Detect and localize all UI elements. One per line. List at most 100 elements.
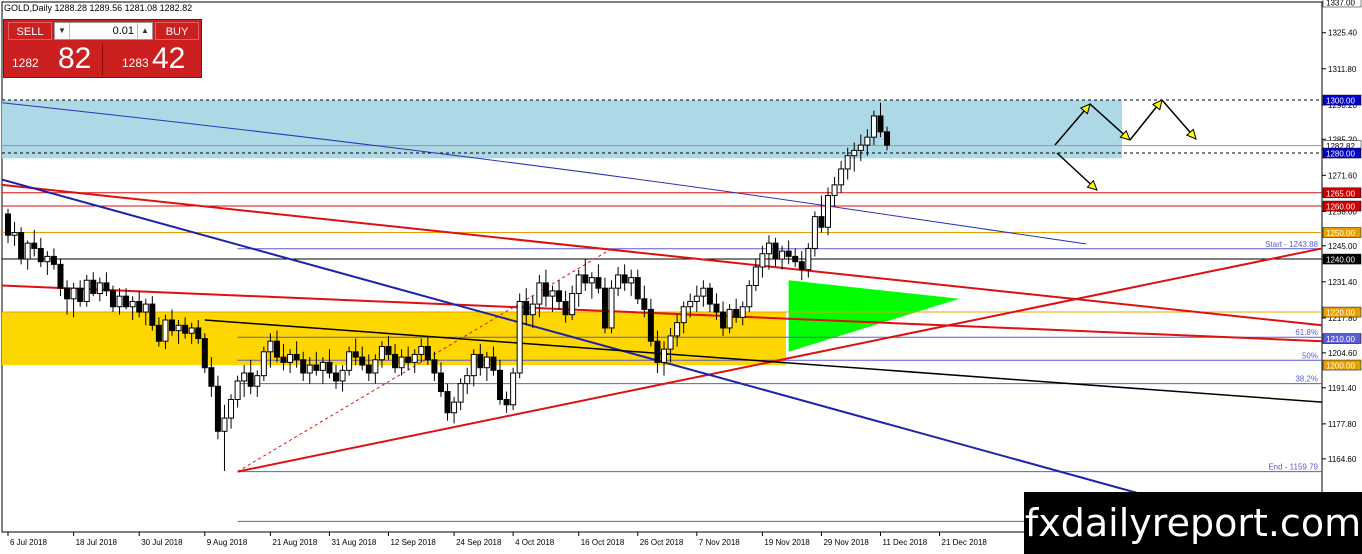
time-tick-label: 7 Nov 2018 (699, 538, 740, 547)
candle-body (700, 287, 707, 297)
sell-price-button[interactable]: 1282 82 (6, 42, 103, 75)
candle-body (188, 327, 195, 334)
candle-body (208, 367, 215, 387)
candle-body (431, 359, 438, 374)
lot-size-stepper[interactable]: ▼ 0.01 ▲ (54, 22, 153, 40)
buy-price-big: 42 (152, 42, 186, 75)
candle-body (720, 311, 727, 329)
candle-body (411, 353, 418, 363)
candle-body (241, 372, 248, 382)
candle-body (818, 216, 825, 228)
candle-body (857, 144, 864, 151)
price-label: 1220.00 (1326, 309, 1355, 318)
time-tick-label: 19 Nov 2018 (764, 538, 810, 547)
candle-body (50, 255, 57, 265)
candle-body (608, 287, 615, 329)
candle-body (103, 282, 110, 292)
plot-frame (1, 1, 1323, 533)
candle-body (805, 247, 812, 271)
price-label: 1250.00 (1326, 229, 1355, 238)
candle-body (569, 293, 576, 316)
price-label: 1210.00 (1326, 335, 1355, 344)
candle-body (792, 255, 799, 263)
candle-body (661, 348, 667, 363)
candle-body (247, 372, 254, 387)
candle-body (693, 295, 700, 302)
candle-body (713, 303, 720, 313)
sell-price-small: 1282 (12, 56, 39, 70)
candle-body (779, 250, 786, 260)
price-tick-label: 1231.40 (1328, 278, 1357, 287)
candle-body (293, 353, 300, 361)
candle-body (418, 346, 425, 355)
candle-body (490, 356, 497, 371)
candle (510, 367, 517, 411)
candle-body (313, 364, 320, 371)
candle-body (11, 232, 18, 236)
candle-body (162, 319, 169, 342)
candle-body (385, 346, 392, 355)
candle-body (706, 287, 713, 305)
candle-body (595, 277, 602, 289)
candle-body (136, 300, 143, 313)
time-tick-label: 9 Aug 2018 (207, 538, 248, 547)
candle-body (726, 308, 733, 329)
buy-button[interactable]: BUY (155, 22, 199, 40)
lot-size-input[interactable]: 0.01 (70, 23, 137, 39)
candle-body (437, 372, 444, 393)
candle-body (123, 295, 130, 308)
candle-body (523, 300, 530, 316)
candle-body (326, 361, 333, 374)
candle-body (365, 364, 372, 374)
candle-body (5, 213, 11, 236)
candle-body (451, 401, 458, 414)
candle-body (116, 295, 123, 308)
watermark-logo: fxdailyreport.com (1024, 492, 1362, 554)
candle-body (831, 184, 838, 196)
candle-body (398, 356, 405, 369)
fib-annotation: 61.8% (1295, 328, 1318, 337)
candle-body (634, 277, 641, 300)
buy-price-button[interactable]: 1283 42 (104, 42, 200, 75)
candle-body (221, 417, 228, 432)
candle-body (759, 253, 766, 268)
candle-body (280, 356, 287, 363)
candle-body (405, 356, 412, 363)
candle-body (811, 216, 818, 249)
candle-body (516, 300, 523, 374)
candle-body (457, 383, 464, 403)
candle (608, 280, 615, 334)
candle-body (864, 136, 871, 146)
candle-body (352, 351, 359, 358)
price-chart[interactable]: Start - 1243.88 61.8% 50% 38.2% End - 1159.7… (0, 0, 1362, 554)
candle-body (254, 375, 261, 387)
candle-body (785, 250, 792, 257)
candle-body (510, 372, 517, 406)
candle-body (77, 287, 84, 302)
candle-body (169, 319, 175, 332)
fib-annotation: 38.2% (1295, 375, 1318, 384)
sell-button[interactable]: SELL (8, 22, 52, 40)
price-label: 1337.00 (1326, 0, 1355, 8)
time-tick-label: 30 Jul 2018 (141, 538, 183, 547)
fib-annotation: End - 1159.79 (1268, 463, 1318, 472)
buy-price-small: 1283 (122, 56, 149, 70)
time-tick-label: 31 Aug 2018 (331, 538, 376, 547)
fib-annotation: Start - 1243.88 (1265, 240, 1318, 249)
candle-body (647, 308, 654, 342)
price-tick-label: 1245.00 (1328, 242, 1357, 251)
candle-body (300, 359, 307, 374)
price-axis: 1337.001325.401311.801298.201285.201271.… (1322, 0, 1357, 536)
candle-body (503, 399, 510, 406)
candle-body (556, 290, 563, 302)
candle (516, 293, 523, 379)
triangle-down-icon[interactable]: ▼ (55, 23, 70, 39)
candle-body (772, 242, 779, 260)
candle-body (96, 282, 103, 294)
triangle-up-icon[interactable]: ▲ (137, 23, 152, 39)
candle-body (306, 364, 313, 374)
candle-body (674, 322, 681, 337)
candle-body (470, 353, 477, 377)
candle-body (464, 375, 471, 385)
candle-body (175, 324, 182, 332)
